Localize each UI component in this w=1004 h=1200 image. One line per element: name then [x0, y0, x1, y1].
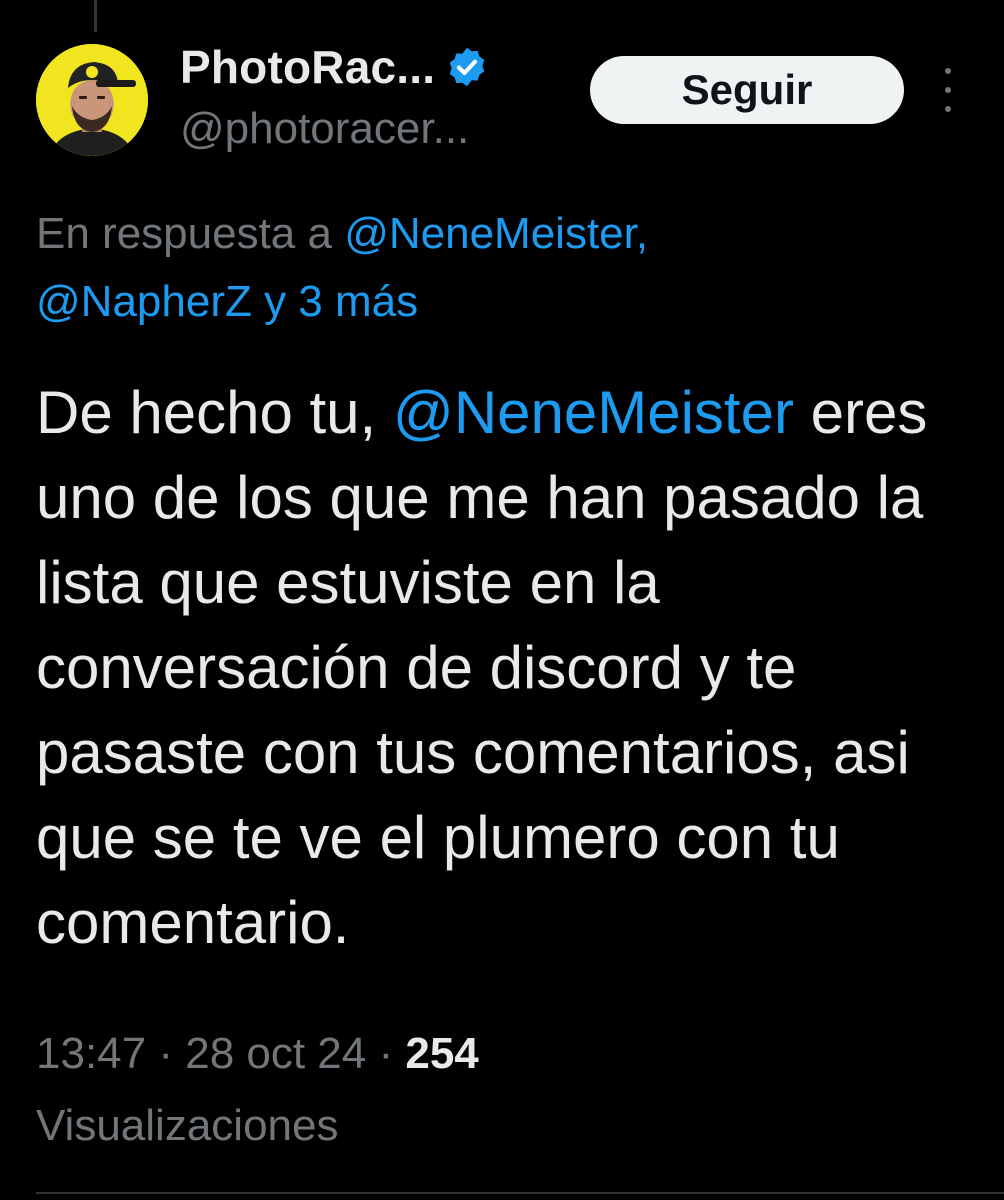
meta-separator: ·	[366, 1029, 406, 1078]
author-handle[interactable]: @photoracer...	[180, 104, 469, 154]
author-name-row: PhotoRac...	[180, 38, 489, 96]
more-vertical-icon[interactable]	[932, 68, 964, 112]
tweet-text: De hecho tu, @NeneMeister eres uno de lo…	[36, 370, 986, 965]
reply-context-prefix: En respuesta a	[36, 209, 345, 258]
reply-context: En respuesta a @NeneMeister, @NapherZ y 3…	[36, 200, 976, 336]
dot	[945, 68, 951, 74]
thread-connector-line	[94, 0, 97, 32]
meta-separator: ·	[146, 1029, 186, 1078]
tweet-text-rest: eres uno de los que me han pasado la lis…	[36, 379, 928, 956]
divider	[36, 1192, 1004, 1194]
dot	[945, 106, 951, 112]
author-display-name[interactable]: PhotoRac...	[180, 40, 435, 94]
views-count: 254	[405, 1029, 479, 1078]
tweet-date[interactable]: 28 oct 24	[185, 1029, 366, 1078]
follow-button[interactable]: Seguir	[590, 56, 904, 124]
tweet-time[interactable]: 13:47	[36, 1029, 146, 1078]
reply-mention-link[interactable]: @NeneMeister,	[344, 209, 648, 258]
reply-mention-link[interactable]: @NapherZ y 3 más	[36, 277, 418, 326]
avatar-image	[36, 44, 148, 156]
dot	[945, 87, 951, 93]
tweet-metadata: 13:47 · 28 oct 24 · 254 Visualizaciones	[36, 1018, 976, 1162]
verified-badge-icon	[445, 45, 489, 89]
tweet-text-start: De hecho tu,	[36, 379, 393, 446]
views-label: Visualizaciones	[36, 1101, 339, 1150]
tweet-mention-link[interactable]: @NeneMeister	[393, 379, 794, 446]
avatar[interactable]	[36, 44, 148, 156]
